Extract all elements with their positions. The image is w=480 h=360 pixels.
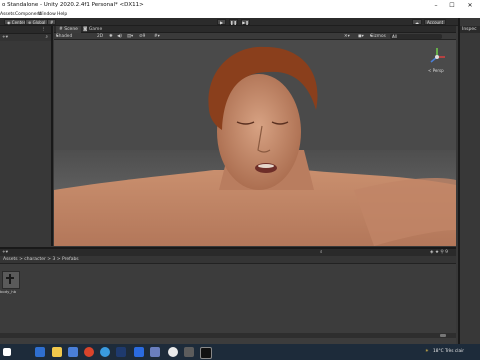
account-button[interactable]: Account bbox=[424, 19, 447, 25]
tab-scene[interactable]: # Scene bbox=[56, 26, 81, 33]
pause-button[interactable]: ❚❚ bbox=[229, 19, 238, 25]
snap-button[interactable]: # bbox=[47, 19, 57, 25]
audio-toggle-icon[interactable]: ◀) bbox=[117, 33, 122, 40]
hierarchy-header: ⋮ bbox=[0, 26, 51, 34]
search-icon: ⌕ bbox=[320, 250, 323, 255]
axis-gizmo-icon bbox=[430, 48, 445, 63]
hidden-objects-icon[interactable]: ⊘ 9 bbox=[139, 33, 145, 40]
project-panel: +▾ ⌕ ◈ ★ ⚲ 9 Assets > character > 3 > Pr… bbox=[0, 247, 456, 344]
maximize-button[interactable]: ☐ bbox=[446, 1, 458, 10]
weather-label[interactable]: Très clair bbox=[445, 344, 464, 360]
project-header: +▾ ⌕ ◈ ★ ⚲ 9 bbox=[0, 249, 456, 256]
menu-help[interactable]: Help bbox=[57, 11, 67, 18]
scene-view-toolbar: Shaded ▾ 2D ✺ ◀) ▤▾ ⊘ 9 #▾ ✕▾ ◼▾ Gizmos … bbox=[54, 33, 456, 40]
edge-icon[interactable] bbox=[100, 347, 110, 357]
game-icon: ◙ bbox=[83, 27, 88, 32]
temperature[interactable]: 18°C bbox=[433, 344, 444, 360]
play-button[interactable]: ▶ bbox=[217, 19, 226, 25]
window-title: o Standalone - Unity 2020.2.4f1 Personal… bbox=[2, 2, 144, 8]
hierarchy-search-bar[interactable]: +▾ ⌕ bbox=[0, 34, 51, 41]
grid-toggle-icon[interactable]: #▾ bbox=[154, 33, 160, 40]
scene-tab-bar: # Scene ◙ Game bbox=[54, 26, 456, 33]
pivot-icon: ◉ bbox=[7, 20, 11, 25]
scene-viewport[interactable]: < Persp bbox=[54, 40, 456, 246]
project-scrollbar[interactable] bbox=[0, 333, 456, 338]
asset-thumbnail[interactable] bbox=[2, 271, 20, 289]
scroll-thumb[interactable] bbox=[440, 334, 446, 337]
asset-label: body_hb bbox=[0, 289, 17, 294]
menu-window[interactable]: Window bbox=[38, 11, 56, 18]
title-bar: o Standalone - Unity 2020.2.4f1 Personal… bbox=[0, 0, 480, 11]
step-icon: ▶❚ bbox=[242, 20, 249, 25]
breadcrumb-bar: Assets > character > 3 > Prefabs bbox=[0, 256, 456, 264]
filter-icons[interactable]: ◈ ★ ⚲ 9 bbox=[430, 249, 448, 256]
grid-snap-icon: # bbox=[50, 20, 54, 25]
app-icon-blue[interactable] bbox=[134, 347, 144, 357]
minimize-button[interactable]: – bbox=[430, 1, 442, 10]
perspective-label: < Persp bbox=[428, 68, 444, 73]
start-icon[interactable] bbox=[3, 348, 11, 356]
lighting-toggle-icon[interactable]: ✺ bbox=[109, 33, 113, 40]
search-icon: ⌕ bbox=[45, 35, 48, 40]
gizmos-dropdown[interactable]: Gizmos ▾ bbox=[370, 33, 386, 40]
play-icon: ▶ bbox=[219, 20, 224, 25]
hierarchy-panel: ⋮ +▾ ⌕ bbox=[0, 26, 53, 246]
menu-bar: Assets Component Window Help bbox=[0, 11, 480, 18]
globe-icon: ⊕ bbox=[28, 20, 32, 25]
add-icon[interactable]: +▾ bbox=[2, 34, 8, 41]
inspector-panel: Inspec bbox=[458, 18, 480, 344]
scene-icon: # bbox=[59, 27, 63, 32]
tab-game[interactable]: ◙ Game bbox=[80, 26, 105, 33]
collab-button[interactable]: ☁ bbox=[412, 19, 422, 25]
opera-icon[interactable] bbox=[84, 347, 94, 357]
taskbar: ☀ 18°C Très clair bbox=[0, 344, 480, 360]
2d-toggle[interactable]: 2D bbox=[97, 33, 103, 40]
camera-settings-icon[interactable]: ◼▾ bbox=[358, 33, 364, 40]
app-icon-white[interactable] bbox=[168, 347, 178, 357]
breadcrumb[interactable]: Assets > character > 3 > Prefabs bbox=[3, 256, 79, 263]
menu-assets[interactable]: Assets bbox=[0, 11, 15, 18]
scene-search-input[interactable]: ⌕ All bbox=[390, 34, 442, 40]
character-render bbox=[54, 40, 456, 246]
cloud-icon: ☁ bbox=[415, 20, 419, 25]
tab-inspector[interactable]: Inspec bbox=[460, 26, 480, 33]
lock-icon[interactable]: ⋮ bbox=[42, 26, 47, 33]
app-icon-gray[interactable] bbox=[184, 347, 194, 357]
space-toggle[interactable]: ⊕ Global bbox=[25, 19, 49, 25]
close-button[interactable]: ✕ bbox=[464, 1, 476, 10]
store-icon[interactable] bbox=[68, 347, 78, 357]
add-icon[interactable]: +▾ bbox=[2, 249, 8, 256]
shading-mode-dropdown[interactable]: Shaded ▾ bbox=[56, 33, 72, 40]
file-explorer-icon[interactable] bbox=[52, 347, 62, 357]
step-button[interactable]: ▶❚ bbox=[241, 19, 250, 25]
task-view-icon[interactable] bbox=[35, 347, 45, 357]
weather-icon[interactable]: ☀ bbox=[425, 344, 429, 360]
pause-icon: ❚❚ bbox=[230, 20, 237, 25]
unity-icon[interactable] bbox=[200, 347, 212, 359]
app-icon-grid[interactable] bbox=[150, 347, 160, 357]
tools-icon[interactable]: ✕▾ bbox=[344, 33, 350, 40]
prefab-icon bbox=[6, 274, 14, 284]
effects-toggle-icon[interactable]: ▤▾ bbox=[127, 33, 133, 40]
photoshop-icon[interactable] bbox=[116, 347, 126, 357]
orientation-gizmo[interactable]: < Persp bbox=[426, 46, 448, 76]
main-toolbar: ◉ Center ⊕ Global # ▶ ❚❚ ▶❚ ☁ Account bbox=[0, 18, 480, 26]
